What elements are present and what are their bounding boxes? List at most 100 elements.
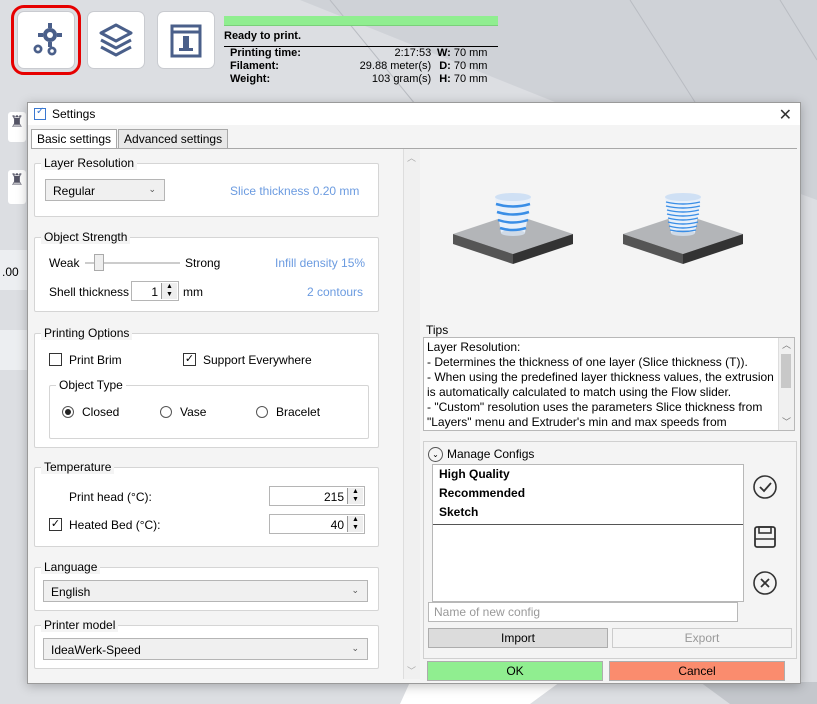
chevron-down-icon: ⌄	[351, 643, 359, 653]
printer-icon	[170, 24, 202, 58]
language-legend: Language	[41, 560, 101, 574]
dialog-title: Settings	[52, 107, 96, 121]
side-tool-2[interactable]: ♜	[8, 170, 26, 204]
check-circle-icon	[753, 475, 777, 499]
config-list: High Quality Recommended Sketch	[432, 464, 744, 602]
print-head-temp-stepper[interactable]: 215 ▲ ▼	[269, 486, 365, 506]
radio-closed[interactable]	[62, 406, 74, 418]
shell-thickness-stepper[interactable]: 1 ▲ ▼	[131, 281, 179, 301]
w-label: W:	[436, 47, 451, 59]
layer-resolution-select[interactable]: Regular ⌄	[45, 179, 165, 201]
layers-button[interactable]	[88, 12, 144, 68]
manage-configs-title: Manage Configs	[447, 447, 535, 461]
stepper-arrows-icon[interactable]: ▲ ▼	[347, 516, 363, 532]
basic-settings-pane: Layer Resolution Regular ⌄ Slice thickne…	[31, 149, 403, 679]
cancel-button[interactable]: Cancel	[609, 661, 785, 681]
settings-tabs: Basic settings Advanced settings	[31, 129, 229, 151]
settings-button[interactable]	[11, 5, 81, 75]
printer-model-group: Printer model IdeaWerk-Speed ⌄	[34, 618, 379, 669]
infill-slider-thumb[interactable]	[94, 254, 105, 271]
stepper-arrows-icon[interactable]: ▲ ▼	[347, 488, 363, 504]
manage-configs-panel: ⌄ Manage Configs High Quality Recommende…	[423, 441, 797, 659]
apply-config-button[interactable]	[748, 470, 782, 504]
layer-resolution-group: Layer Resolution Regular ⌄ Slice thickne…	[34, 156, 379, 217]
side-tool-1[interactable]: ♜	[8, 112, 26, 142]
slice-thickness-info: Slice thickness 0.20 mm	[230, 184, 360, 198]
progress-bar	[224, 16, 498, 26]
time-label: Printing time:	[230, 47, 301, 59]
filament-value: 29.88 meter(s)	[359, 60, 432, 72]
radio-vase[interactable]	[160, 406, 172, 418]
language-select[interactable]: English ⌄	[43, 580, 368, 602]
chevron-down-icon: ⌄	[351, 585, 359, 595]
heated-bed-label: Heated Bed (°C):	[69, 518, 161, 532]
support-everywhere-label: Support Everywhere	[203, 353, 312, 367]
support-everywhere-checkbox[interactable]: ✓	[183, 353, 196, 366]
tab-advanced-settings[interactable]: Advanced settings	[118, 129, 229, 150]
close-icon[interactable]: ✕	[779, 105, 792, 125]
object-strength-group: Object Strength Weak Strong Infill densi…	[34, 230, 379, 312]
manage-configs-toggle-icon[interactable]: ⌄	[428, 447, 443, 462]
print-brim-label: Print Brim	[69, 353, 122, 367]
export-button[interactable]: Export	[612, 628, 792, 648]
weak-label: Weak	[49, 256, 80, 270]
print-head-label: Print head (°C):	[69, 490, 152, 504]
heated-bed-checkbox[interactable]: ✓	[49, 518, 62, 531]
weight-value: 103 gram(s)	[371, 73, 432, 85]
strong-label: Strong	[185, 256, 221, 270]
chevron-down-icon: ⌄	[148, 184, 156, 194]
tips-text: Layer Resolution: - Determines the thick…	[423, 337, 795, 431]
contours-info: 2 contours	[307, 285, 364, 299]
tips-section: Tips Layer Resolution: - Determines the …	[423, 323, 797, 433]
temperature-group: Temperature Print head (°C): 215 ▲ ▼ ✓ He…	[34, 460, 379, 547]
new-config-name-input[interactable]: Name of new config	[428, 602, 738, 622]
list-item[interactable]: Recommended	[433, 484, 743, 503]
gear-icon	[33, 23, 62, 56]
left-pane-scrollbar[interactable]: ︿ ﹀	[403, 149, 420, 679]
print-status: Ready to print.	[224, 30, 302, 42]
d-value: 70 mm	[453, 60, 488, 72]
print-info-panel: Ready to print. Printing time: 2:17:53 W…	[224, 16, 498, 96]
shell-unit: mm	[183, 285, 203, 299]
radio-closed-label: Closed	[82, 405, 120, 419]
print-brim-checkbox[interactable]	[49, 353, 62, 366]
radio-bracelet[interactable]	[256, 406, 268, 418]
dialog-titlebar: ✓ Settings ✕	[28, 103, 800, 125]
filament-label: Filament:	[230, 60, 279, 72]
object-type-group: Object Type Closed Vase Bracelet	[49, 378, 369, 439]
delete-config-button[interactable]	[748, 566, 782, 600]
right-pane: Tips Layer Resolution: - Determines the …	[423, 149, 797, 681]
dialog-app-icon: ✓	[34, 106, 46, 120]
heated-bed-temp-stepper[interactable]: 40 ▲ ▼	[269, 514, 365, 534]
save-config-button[interactable]	[748, 520, 782, 554]
settings-dialog: ✓ Settings ✕ Basic settings Advanced set…	[27, 102, 801, 684]
list-item[interactable]: High Quality	[433, 465, 743, 484]
time-value: 2:17:53	[394, 47, 432, 59]
import-button[interactable]: Import	[428, 628, 608, 648]
object-strength-legend: Object Strength	[41, 230, 131, 244]
h-value: 70 mm	[453, 73, 488, 85]
tips-scrollbar[interactable]: ︿ ﹀	[778, 338, 794, 430]
shell-thickness-label: Shell thickness	[49, 285, 130, 299]
h-label: H:	[439, 73, 451, 85]
save-icon	[754, 526, 776, 548]
temperature-legend: Temperature	[41, 460, 115, 474]
radio-vase-label: Vase	[180, 405, 207, 419]
list-item[interactable]: Sketch	[433, 503, 743, 522]
d-label: D:	[439, 60, 451, 72]
object-type-legend: Object Type	[56, 378, 126, 392]
tips-legend: Tips	[426, 323, 449, 337]
side-value: .00	[2, 265, 19, 279]
layer-resolution-illustration	[453, 193, 743, 264]
language-group: Language English ⌄	[34, 560, 379, 611]
ok-button[interactable]: OK	[427, 661, 603, 681]
close-circle-icon	[753, 571, 777, 595]
w-value: 70 mm	[453, 47, 488, 59]
layers-icon	[99, 23, 133, 57]
layer-resolution-legend: Layer Resolution	[41, 156, 138, 170]
printer-button[interactable]	[158, 12, 214, 68]
printing-options-legend: Printing Options	[41, 326, 133, 340]
stepper-arrows-icon[interactable]: ▲ ▼	[161, 283, 177, 299]
printer-model-select[interactable]: IdeaWerk-Speed ⌄	[43, 638, 368, 660]
weight-label: Weight:	[230, 73, 271, 85]
